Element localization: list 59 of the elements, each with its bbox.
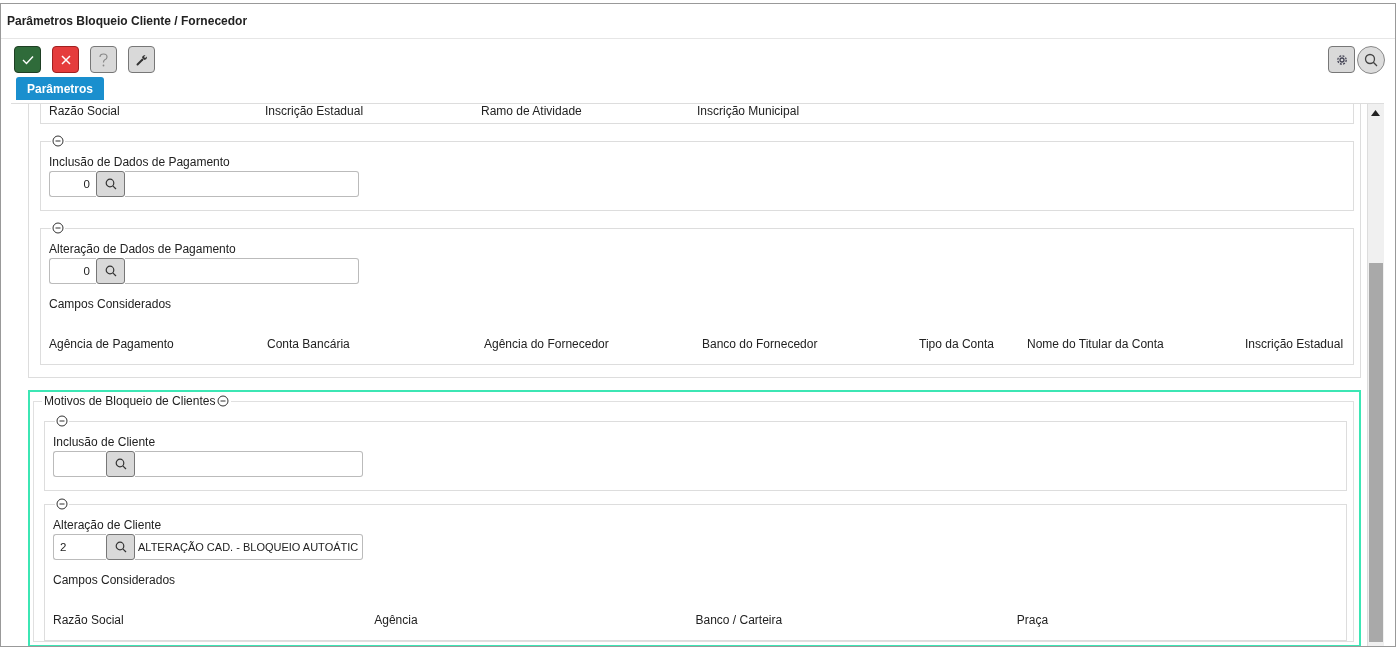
code-field[interactable]: 0	[49, 258, 96, 284]
confirm-button[interactable]	[14, 46, 41, 73]
search-button[interactable]	[96, 171, 125, 197]
tab[interactable]: Parâmetros	[16, 77, 105, 100]
code-field[interactable]	[53, 451, 106, 477]
field-name: Razão Social	[53, 613, 124, 627]
tools-button[interactable]	[128, 46, 155, 73]
settings-icon	[1335, 53, 1348, 66]
search-button[interactable]	[106, 534, 135, 560]
settings-button[interactable]	[1328, 46, 1355, 73]
search-button[interactable]	[1357, 45, 1385, 74]
group-label: Alteração de Cliente	[53, 518, 163, 532]
search-button[interactable]	[96, 258, 125, 284]
collapse-icon[interactable]	[56, 498, 68, 510]
search-icon	[114, 458, 127, 470]
collapse-icon[interactable]	[56, 415, 68, 427]
code-field[interactable]: 2	[53, 534, 106, 560]
group-label: Inclusão de Cliente	[53, 435, 157, 449]
section-title: Motivos de Bloqueio de Clientes	[44, 394, 216, 408]
code-field[interactable]: 0	[49, 171, 96, 197]
collapse-icon[interactable]	[52, 222, 64, 234]
wrench-icon	[135, 53, 148, 66]
window-title: Parâmetros Bloqueio Cliente / Fornecedor	[7, 14, 248, 28]
fields-title: Campos Considerados	[49, 297, 173, 311]
search-icon	[1364, 52, 1378, 67]
scrollbar-thumb[interactable]	[1369, 263, 1383, 642]
group-label: Inclusão de Dados de Pagamento	[49, 155, 231, 169]
close-icon	[60, 54, 71, 65]
help-button[interactable]	[90, 46, 117, 73]
group-label: Alteração de Dados de Pagamento	[49, 242, 237, 256]
field-name: Razão Social	[49, 104, 120, 118]
search-button[interactable]	[106, 451, 135, 477]
field-name: Banco do Fornecedor	[702, 337, 818, 351]
field-name: Agência de Pagamento	[49, 337, 174, 351]
field-name: Conta Bancária	[267, 337, 350, 351]
description-field[interactable]	[135, 451, 363, 477]
question-mark-icon	[99, 52, 108, 67]
field-name: Banco / Carteira	[695, 613, 783, 627]
description-field[interactable]: ALTERAÇÃO CAD. - BLOQUEIO AUTOÁTIC	[135, 534, 363, 560]
field-name: Agência do Fornecedor	[484, 337, 609, 351]
field-name: Inscrição Estadual	[265, 104, 364, 118]
search-icon	[104, 265, 117, 277]
field-name: Agência	[374, 613, 418, 627]
field-name: Inscrição Estadual	[1245, 337, 1344, 351]
field-name: Nome do Titular da Conta	[1027, 337, 1164, 351]
field-name: Tipo da Conta	[919, 337, 994, 351]
field-name: Ramo de Atividade	[481, 104, 582, 118]
search-icon	[114, 541, 127, 553]
search-icon	[104, 178, 117, 190]
field-name: Praça	[1016, 613, 1049, 627]
collapse-icon[interactable]	[217, 395, 230, 407]
collapse-icon[interactable]	[52, 135, 64, 147]
description-field[interactable]	[125, 258, 359, 284]
cancel-button[interactable]	[52, 46, 79, 73]
scroll-up-arrow-icon[interactable]	[1371, 110, 1380, 116]
field-name: Inscrição Municipal	[697, 104, 800, 118]
checkmark-icon	[21, 54, 34, 65]
description-field[interactable]	[125, 171, 359, 197]
fields-title: Campos Considerados	[53, 573, 177, 587]
